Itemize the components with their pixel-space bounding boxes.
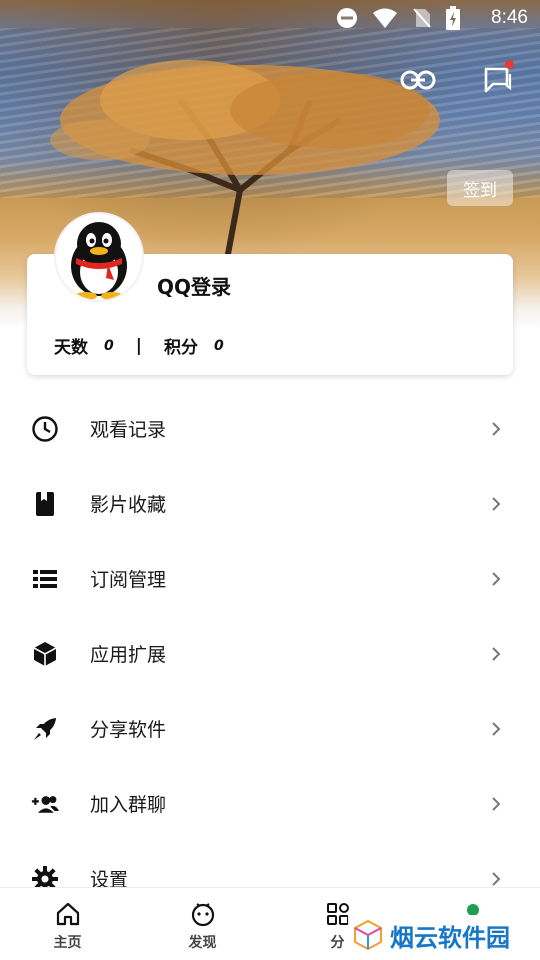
settings-menu: 观看记录 影片收藏 订阅管理 应用扩展 分享软件 加入群聊 设置 bbox=[0, 391, 540, 916]
menu-label: 应用扩展 bbox=[90, 644, 167, 666]
nav-label: 发现 bbox=[188, 935, 217, 951]
menu-label: 观看记录 bbox=[90, 419, 167, 441]
nav-discover[interactable]: 发现 bbox=[135, 888, 270, 960]
do-not-disturb-icon bbox=[337, 8, 357, 28]
menu-item-join-group[interactable]: 加入群聊 bbox=[0, 766, 540, 841]
nav-label: 分 bbox=[330, 935, 345, 951]
points-value: 0 bbox=[213, 337, 224, 354]
discover-icon bbox=[189, 900, 217, 928]
status-time: 8:46 bbox=[491, 7, 528, 28]
status-icons bbox=[336, 6, 460, 30]
checkin-button[interactable]: 签到 bbox=[447, 170, 513, 206]
message-icon bbox=[484, 67, 512, 93]
no-sim-icon bbox=[413, 8, 431, 28]
days-value: 0 bbox=[104, 337, 114, 354]
battery-charging-icon bbox=[446, 6, 460, 30]
menu-item-watch-history[interactable]: 观看记录 bbox=[0, 391, 540, 466]
link-icon bbox=[400, 70, 436, 90]
list-icon bbox=[31, 565, 59, 593]
notification-dot bbox=[505, 60, 514, 69]
chevron-right-icon bbox=[492, 796, 501, 811]
chevron-right-icon bbox=[492, 646, 501, 661]
rocket-icon bbox=[31, 715, 59, 743]
nav-home[interactable]: 主页 bbox=[0, 888, 135, 960]
chevron-right-icon bbox=[492, 871, 501, 886]
menu-item-extensions[interactable]: 应用扩展 bbox=[0, 616, 540, 691]
menu-label: 加入群聊 bbox=[90, 794, 167, 816]
qq-penguin-icon bbox=[71, 222, 127, 300]
menu-item-share[interactable]: 分享软件 bbox=[0, 691, 540, 766]
bookmark-icon bbox=[31, 490, 59, 518]
link-button[interactable] bbox=[398, 60, 438, 100]
chevron-right-icon bbox=[492, 496, 501, 511]
status-bar: 8:46 bbox=[0, 0, 540, 36]
watermark: 烟云软件园 bbox=[348, 915, 533, 955]
wifi-icon bbox=[373, 8, 397, 28]
watermark-text: 烟云软件园 bbox=[390, 923, 510, 952]
cube-icon bbox=[31, 640, 59, 668]
add-group-icon bbox=[31, 790, 59, 818]
clock-icon bbox=[31, 415, 59, 443]
days-label: 天数 bbox=[54, 338, 88, 358]
menu-item-favorites[interactable]: 影片收藏 bbox=[0, 466, 540, 541]
watermark-cube-icon bbox=[354, 919, 382, 951]
avatar[interactable] bbox=[54, 212, 144, 302]
points-label: 积分 bbox=[163, 338, 198, 358]
chevron-right-icon bbox=[492, 421, 501, 436]
stats-separator: | bbox=[135, 335, 142, 356]
menu-label: 影片收藏 bbox=[90, 494, 167, 516]
menu-label: 分享软件 bbox=[90, 719, 167, 741]
messages-button[interactable] bbox=[478, 60, 518, 100]
menu-label: 订阅管理 bbox=[90, 569, 167, 591]
home-icon bbox=[54, 900, 82, 928]
profile-stats: 天数 0 | 积分 0 bbox=[54, 333, 224, 359]
chevron-right-icon bbox=[492, 571, 501, 586]
nav-label: 主页 bbox=[53, 935, 82, 951]
qq-login-label[interactable]: QQ登录 bbox=[157, 271, 231, 300]
chevron-right-icon bbox=[492, 721, 501, 736]
menu-item-subscriptions[interactable]: 订阅管理 bbox=[0, 541, 540, 616]
